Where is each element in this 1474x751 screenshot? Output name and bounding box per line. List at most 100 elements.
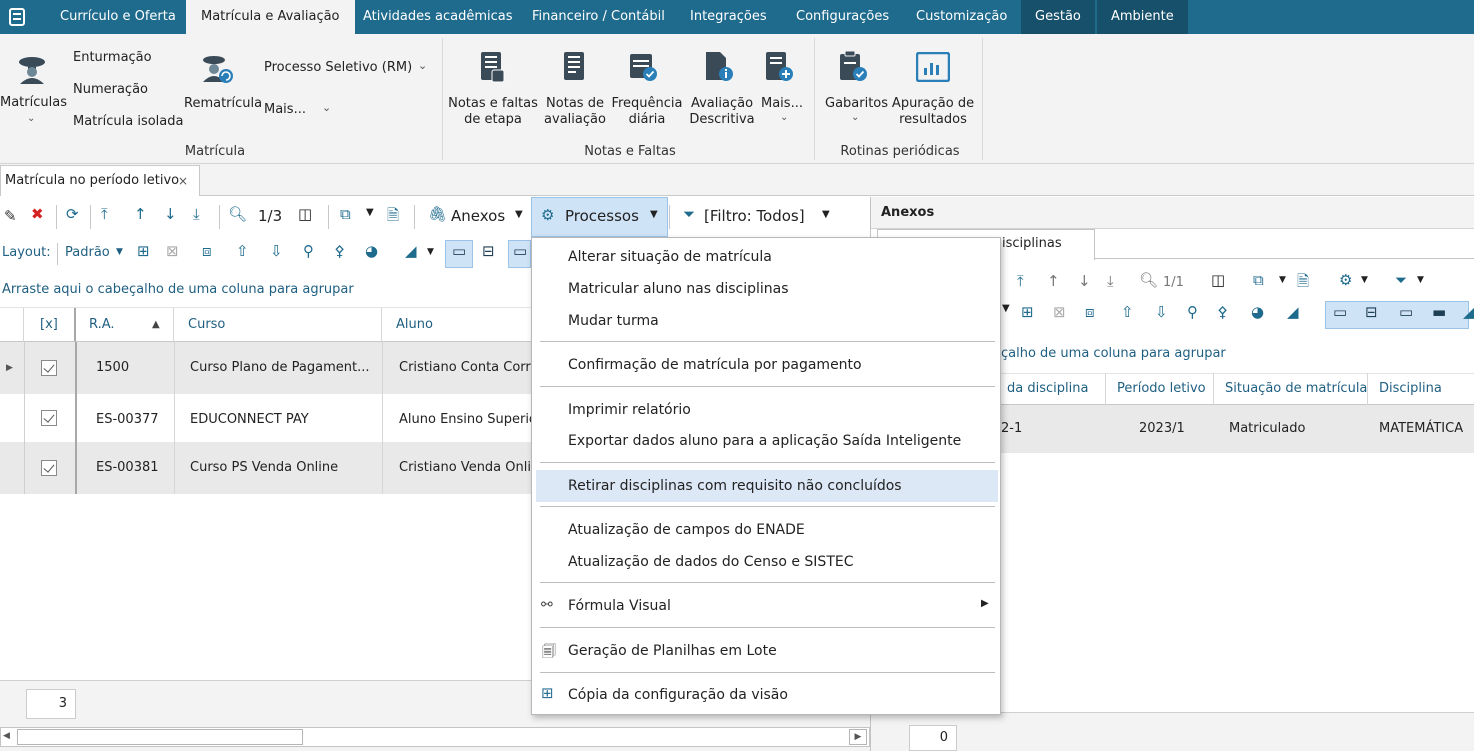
- rematricula-button[interactable]: Rematrícula: [184, 96, 262, 112]
- anexos-button[interactable]: Anexos: [451, 207, 505, 225]
- mais-matricula-button[interactable]: Mais...: [264, 102, 306, 118]
- table-row[interactable]: ES-00381 Curso PS Venda Online Cristiano…: [0, 442, 540, 494]
- column-header-curso[interactable]: Curso: [174, 308, 382, 342]
- notas-faltas-etapa-button[interactable]: Notas e faltas de etapa: [448, 96, 538, 128]
- document-tab[interactable]: Matrícula no período letivo ×: [0, 165, 200, 196]
- attachment-icon[interactable]: 🖇︎: [428, 205, 447, 223]
- view-split-icon[interactable]: ⊟: [482, 242, 495, 260]
- mais-notas-chevron-icon[interactable]: ⌄: [780, 110, 788, 126]
- menu-tab-gestao[interactable]: Gestão: [1021, 0, 1095, 34]
- panel-unpin-icon[interactable]: ⚴: [1217, 303, 1228, 321]
- app-menu-icon[interactable]: [9, 8, 25, 26]
- layout-select[interactable]: Padrão: [65, 245, 110, 260]
- menu-item-enade[interactable]: Atualização de campos do ENADE: [568, 522, 805, 538]
- menu-item-exportar-dados[interactable]: Exportar dados aluno para a aplicação Sa…: [568, 433, 961, 449]
- menu-tab-matricula[interactable]: Matrícula e Avaliação: [186, 0, 355, 34]
- panel-column-header-periodo[interactable]: Período letivo: [1117, 381, 1206, 396]
- menu-item-confirmacao-pagamento[interactable]: Confirmação de matrícula por pagamento: [568, 357, 862, 373]
- horizontal-scrollbar[interactable]: ◀ ▶: [0, 727, 870, 747]
- panel-remove-icon[interactable]: ⊠: [1053, 303, 1066, 321]
- filter-button[interactable]: [Filtro: Todos]: [704, 207, 805, 225]
- columns-icon[interactable]: ◫: [298, 205, 312, 223]
- column-header-ra[interactable]: R.A. ▲: [76, 308, 174, 342]
- processo-seletivo-button[interactable]: Processo Seletivo (RM): [264, 60, 412, 76]
- remove-icon[interactable]: ⊠: [166, 242, 179, 260]
- chart-chevron-icon[interactable]: ▼: [427, 247, 434, 257]
- close-icon[interactable]: ×: [178, 166, 188, 196]
- panel-import-icon[interactable]: ⇧: [1121, 303, 1134, 321]
- last-record-icon[interactable]: ⤓: [193, 205, 200, 223]
- open-external-icon[interactable]: ⧉: [340, 205, 351, 223]
- panel-more-icon[interactable]: ◢: [1463, 303, 1474, 321]
- row-checkbox[interactable]: [41, 360, 57, 376]
- group-by-area[interactable]: Arraste aqui o cabeçalho de uma coluna p…: [0, 272, 531, 308]
- layout-chevron-icon[interactable]: ▼: [116, 247, 123, 257]
- enturmacao-button[interactable]: Enturmação: [73, 50, 152, 66]
- menu-item-alterar-situacao[interactable]: Alterar situação de matrícula: [568, 249, 772, 265]
- panel-filter-icon[interactable]: ⏷: [1395, 271, 1407, 289]
- menu-item-censo-sistec[interactable]: Atualização de dados do Censo e SISTEC: [568, 554, 854, 570]
- panel-pin-icon[interactable]: ⚲: [1187, 303, 1198, 321]
- panel-report-icon[interactable]: 🗎︎: [1297, 271, 1309, 296]
- menu-item-retirar-disciplinas[interactable]: Retirar disciplinas com requisito não co…: [568, 478, 902, 494]
- table-row[interactable]: ES-00377 EDUCONNECT PAY Aluno Ensino Sup…: [0, 394, 540, 446]
- filter-chevron-icon[interactable]: ▼: [822, 209, 830, 220]
- table-row[interactable]: ▶ 1500 Curso Plano de Pagament... Cristi…: [0, 342, 540, 394]
- processo-seletivo-chevron-icon[interactable]: ⌄: [418, 58, 427, 74]
- apuracao-resultados-icon[interactable]: [916, 52, 950, 82]
- menu-tab-customizacao[interactable]: Customização: [916, 0, 1007, 34]
- row-checkbox[interactable]: [41, 410, 57, 426]
- panel-gear-icon[interactable]: ⚙: [1339, 271, 1352, 289]
- column-header-aluno[interactable]: Aluno: [382, 308, 542, 342]
- previous-record-icon[interactable]: ↑: [134, 205, 147, 223]
- matriculas-chevron-icon[interactable]: ⌄: [27, 111, 35, 127]
- mais-matricula-chevron-icon[interactable]: ⌄: [322, 100, 331, 116]
- menu-item-matricular-disciplinas[interactable]: Matricular aluno nas disciplinas: [568, 281, 789, 297]
- panel-search-icon[interactable]: 🔍︎: [1139, 271, 1158, 289]
- panel-last-icon[interactable]: ⤓: [1107, 272, 1114, 290]
- anexos-chevron-icon[interactable]: ▼: [515, 209, 523, 220]
- open-external-chevron-icon[interactable]: ▼: [366, 207, 374, 218]
- menu-item-copia-configuracao[interactable]: Cópia da configuração da visão: [568, 687, 788, 703]
- panel-column-header-disciplina[interactable]: Disciplina: [1379, 381, 1442, 396]
- panel-layout-chevron-icon[interactable]: ▼: [1002, 303, 1010, 314]
- processos-chevron-icon[interactable]: ▼: [650, 209, 658, 220]
- pin-icon[interactable]: ⚲: [303, 242, 314, 260]
- scroll-left-icon[interactable]: ◀: [3, 731, 10, 741]
- rematricula-icon[interactable]: [200, 52, 234, 84]
- matriculas-button[interactable]: Matrículas: [0, 95, 67, 111]
- matriculas-icon[interactable]: [14, 54, 50, 84]
- menu-tab-integracoes[interactable]: Integrações: [690, 0, 767, 34]
- scroll-right-icon[interactable]: ▶: [849, 729, 867, 745]
- avaliacao-descritiva-button[interactable]: Avaliação Descritiva: [686, 96, 758, 128]
- first-record-icon[interactable]: ⤒: [101, 205, 108, 223]
- panel-column-header-situacao[interactable]: Situação de matrícula: [1225, 381, 1367, 396]
- numeracao-button[interactable]: Numeração: [73, 82, 148, 98]
- menu-tab-curriculo[interactable]: Currículo e Oferta: [60, 0, 176, 34]
- notas-avaliacao-button[interactable]: Notas de avaliação: [540, 96, 610, 128]
- gabaritos-icon[interactable]: [838, 50, 868, 84]
- menu-item-imprimir-relatorio[interactable]: Imprimir relatório: [568, 402, 691, 418]
- refresh-icon[interactable]: ⟳: [66, 205, 79, 223]
- search-icon[interactable]: 🔍︎: [228, 205, 247, 223]
- report-icon[interactable]: 🗎︎: [387, 205, 399, 230]
- panel-add-icon[interactable]: ⊞: [1021, 303, 1034, 321]
- chart-icon[interactable]: ◢: [405, 242, 417, 260]
- menu-item-mudar-turma[interactable]: Mudar turma: [568, 313, 659, 329]
- menu-item-geracao-planilhas[interactable]: Geração de Planilhas em Lote: [568, 643, 777, 659]
- gabaritos-chevron-icon[interactable]: ⌄: [851, 110, 859, 126]
- next-record-icon[interactable]: ↓: [164, 205, 177, 223]
- filter-icon[interactable]: ⏷: [683, 205, 695, 223]
- panel-export-icon[interactable]: ⇩: [1155, 303, 1168, 321]
- column-header-select[interactable]: [x]: [24, 308, 76, 342]
- unpin-icon[interactable]: ⚴: [334, 242, 345, 260]
- avaliacao-descritiva-icon[interactable]: [704, 50, 734, 84]
- menu-tab-configuracoes[interactable]: Configurações: [796, 0, 889, 34]
- panel-column-header-1[interactable]: da disciplina: [1007, 381, 1088, 396]
- import-layout-icon[interactable]: ⇧: [236, 242, 249, 260]
- panel-columns-icon[interactable]: ◫: [1211, 271, 1225, 289]
- panel-open-icon[interactable]: ⧉: [1253, 271, 1264, 289]
- apuracao-resultados-button[interactable]: Apuração de resultados: [890, 96, 976, 128]
- panel-chart-icon[interactable]: ◢: [1287, 303, 1299, 321]
- delete-icon[interactable]: ✖: [31, 205, 44, 223]
